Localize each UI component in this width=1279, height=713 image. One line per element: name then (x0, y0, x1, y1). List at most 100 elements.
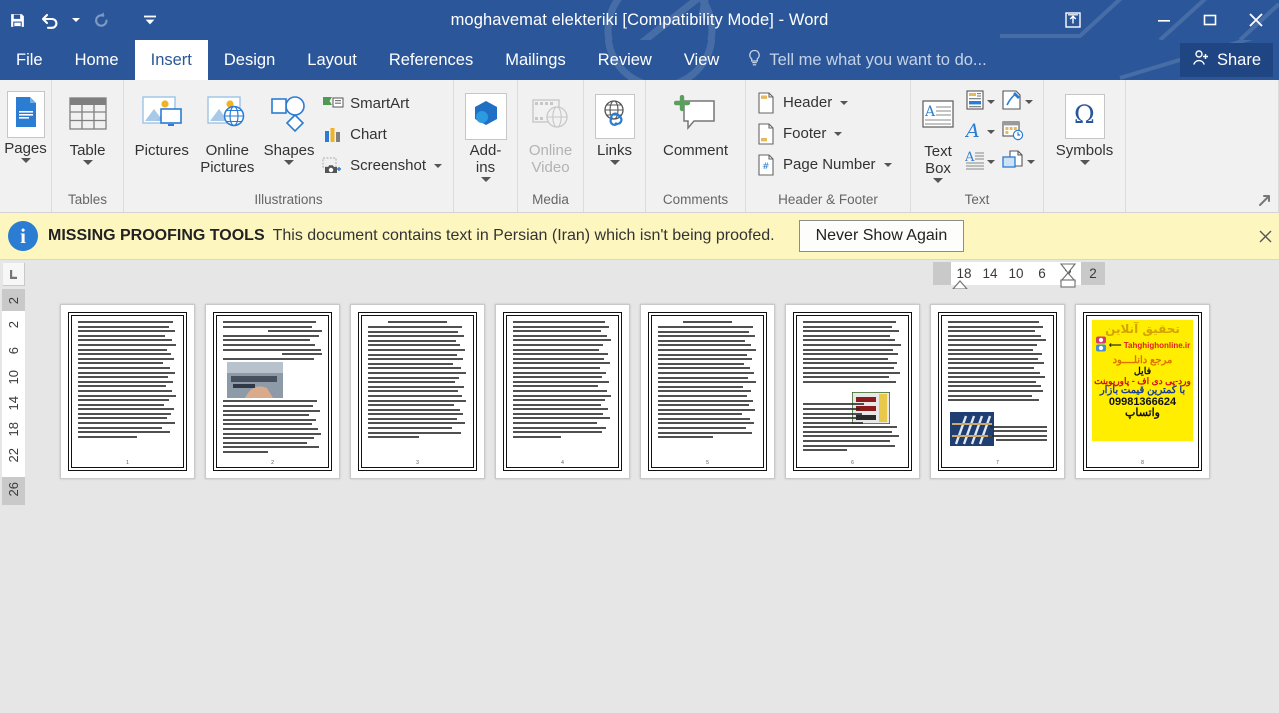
tab-references[interactable]: References (373, 40, 489, 80)
shapes-icon (265, 92, 313, 141)
date-time-button[interactable] (998, 117, 1028, 147)
quick-parts-dropdown-icon[interactable] (987, 100, 995, 104)
pictures-icon (137, 92, 187, 141)
arrow-left-icon: ⟵ (1108, 340, 1122, 351)
page-thumbnail[interactable]: 6 (785, 304, 920, 479)
ribbon-group-symbols: Ω Symbols (1044, 80, 1126, 212)
add-ins-button[interactable]: Add- ins (459, 86, 512, 182)
tab-review[interactable]: Review (582, 40, 668, 80)
collapse-ribbon-icon[interactable] (1257, 193, 1273, 209)
online-pictures-button[interactable]: Online Pictures (195, 86, 261, 176)
drop-cap-button[interactable]: A (962, 147, 998, 177)
page-number-label: 6 (851, 460, 854, 466)
text-box-dropdown-icon[interactable] (933, 178, 943, 183)
tab-layout[interactable]: Layout (291, 40, 373, 80)
drop-cap-dropdown-icon[interactable] (987, 160, 995, 164)
shapes-button[interactable]: Shapes (260, 86, 318, 165)
header-button[interactable]: Header (751, 87, 898, 118)
tab-insert[interactable]: Insert (134, 40, 208, 80)
screenshot-dropdown-icon[interactable] (434, 163, 442, 168)
page-text-block: 3 (361, 315, 474, 468)
object-icon (1001, 149, 1025, 176)
ribbon-group-illustrations: Pictures Online Pictures Shapes SmartArt… (124, 80, 454, 212)
pictures-button[interactable]: Pictures (129, 86, 195, 159)
tab-design[interactable]: Design (208, 40, 291, 80)
new-comment-button[interactable]: Comment (651, 86, 740, 159)
screenshot-icon (322, 155, 344, 177)
drop-cap-icon: A (964, 149, 985, 176)
symbols-label: Symbols (1055, 142, 1114, 159)
page-thumbnail[interactable]: 5 (640, 304, 775, 479)
page-thumbnails: 1 2 3 4 5 6 7 تحقیق آنلاین Tahghighonlin… (60, 304, 1210, 479)
chart-icon (322, 124, 344, 146)
tab-mailings[interactable]: Mailings (489, 40, 582, 80)
footer-button[interactable]: Footer (751, 118, 898, 149)
svg-text:Ω: Ω (1074, 100, 1095, 129)
page-thumbnail[interactable]: 2 (205, 304, 340, 479)
symbols-button[interactable]: Ω Symbols (1049, 86, 1120, 165)
header-icon (755, 91, 777, 114)
page-thumbnail[interactable]: 7 (930, 304, 1065, 479)
ribbon-display-options-icon[interactable] (1053, 0, 1093, 40)
message-bar-title: MISSING PROOFING TOOLS (48, 227, 265, 244)
add-ins-dropdown-icon[interactable] (480, 177, 491, 182)
share-person-icon (1192, 49, 1210, 72)
links-dropdown-icon[interactable] (609, 160, 620, 165)
pages-dropdown-icon[interactable] (20, 158, 31, 163)
page-text-block: 2 (216, 315, 329, 468)
footer-dropdown-icon[interactable] (834, 131, 843, 136)
page-thumbnail[interactable]: 1 (60, 304, 195, 479)
text-box-button[interactable]: A Text Box (916, 87, 960, 183)
never-show-again-button[interactable]: Never Show Again (798, 220, 965, 252)
pages-label: Pages (4, 140, 47, 157)
page-number-label: 1 (126, 460, 129, 466)
table-button[interactable]: Table (57, 86, 118, 165)
page-number-dropdown-icon[interactable] (883, 162, 892, 167)
online-pictures-label: Online Pictures (200, 142, 255, 176)
symbols-dropdown-icon[interactable] (1079, 160, 1090, 165)
message-bar-text: This document contains text in Persian (… (272, 227, 775, 244)
page-thumbnail[interactable]: 3 (350, 304, 485, 479)
quick-parts-button[interactable] (962, 87, 998, 117)
tell-me-search[interactable]: Tell me what you want to do... (735, 40, 987, 80)
links-icon (594, 93, 635, 139)
vruler-tick: 2 (6, 321, 21, 329)
header-dropdown-icon[interactable] (840, 100, 849, 105)
vruler-tick: 10 (6, 369, 21, 385)
table-dropdown-icon[interactable] (82, 160, 93, 165)
online-video-icon (528, 94, 574, 139)
page-number-label: 3 (416, 460, 419, 466)
minimize-icon[interactable] (1141, 0, 1187, 40)
close-message-bar-icon[interactable] (1255, 226, 1275, 246)
ribbon: Pages Table Tables Pictures Online Pictu… (0, 80, 1279, 213)
add-ins-label: Add- ins (469, 142, 502, 176)
object-button[interactable] (998, 147, 1038, 177)
ribbon-group-comments: Comment Comments (646, 80, 746, 212)
wordart-dropdown-icon[interactable] (987, 130, 995, 134)
vertical-ruler[interactable]: 2 2 6 10 14 18 22 26 (2, 289, 25, 713)
signature-line-button[interactable] (998, 87, 1036, 117)
pages-button[interactable]: Pages (0, 84, 51, 163)
wordart-button[interactable]: A (962, 117, 998, 147)
online-video-button[interactable]: Online Video (523, 86, 578, 176)
chart-button[interactable]: Chart (318, 119, 448, 150)
tab-home[interactable]: Home (59, 40, 135, 80)
links-button[interactable]: Links (589, 86, 640, 165)
signature-line-dropdown-icon[interactable] (1025, 100, 1033, 104)
page-thumbnail[interactable]: تحقیق آنلاین Tahghighonline.ir ⟵ مرجع دا… (1075, 304, 1210, 479)
restore-icon[interactable] (1187, 0, 1233, 40)
social-icons (1095, 336, 1107, 357)
shapes-dropdown-icon[interactable] (284, 160, 295, 165)
tab-view[interactable]: View (668, 40, 735, 80)
tab-file[interactable]: File (0, 40, 59, 80)
screenshot-button[interactable]: Screenshot (318, 150, 448, 181)
page-number-button[interactable]: # Page Number (751, 149, 898, 180)
smartart-button[interactable]: SmartArt (318, 88, 448, 119)
tab-stop-selector[interactable] (0, 260, 27, 289)
object-dropdown-icon[interactable] (1027, 160, 1035, 164)
left-indent-box-marker[interactable] (1059, 279, 1077, 288)
info-icon: i (8, 221, 38, 251)
share-button[interactable]: Share (1179, 43, 1273, 77)
close-icon[interactable] (1233, 0, 1279, 40)
page-thumbnail[interactable]: 4 (495, 304, 630, 479)
